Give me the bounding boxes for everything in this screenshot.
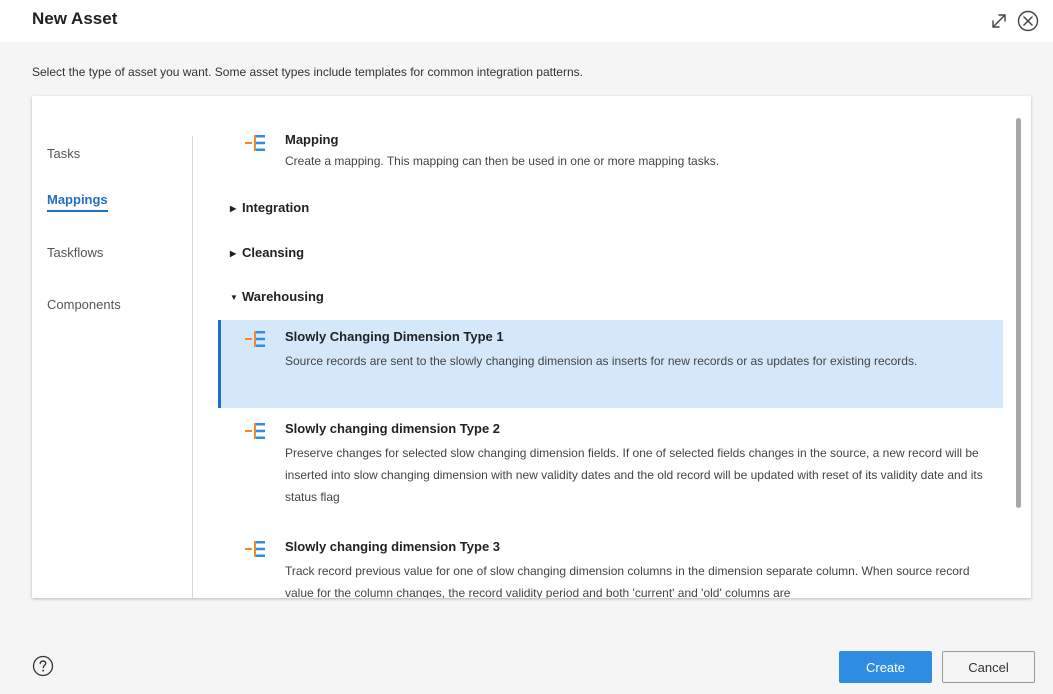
dialog-header: New Asset [0, 0, 1053, 42]
group-cleansing[interactable]: ▶ Cleansing [230, 245, 304, 260]
create-button[interactable]: Create [839, 651, 932, 683]
category-tasks[interactable]: Tasks [47, 146, 80, 161]
asset-description: Track record previous value for one of s… [285, 564, 970, 598]
asset-description: Preserve changes for selected slow chang… [285, 446, 983, 504]
active-underline [47, 210, 108, 212]
category-mappings-label: Mappings [47, 192, 108, 207]
instruction-text: Select the type of asset you want. Some … [32, 65, 583, 79]
help-icon[interactable] [32, 655, 54, 677]
group-label: Integration [242, 200, 310, 215]
asset-list: Mapping Create a mapping. This mapping c… [218, 96, 1003, 598]
category-taskflows[interactable]: Taskflows [47, 245, 103, 260]
caret-down-icon: ▼ [230, 293, 238, 303]
category-mappings[interactable]: Mappings [47, 192, 108, 212]
asset-title: Slowly changing dimension Type 2 [285, 421, 501, 436]
group-label: Warehousing [242, 289, 324, 304]
asset-scd-type2[interactable]: Slowly changing dimension Type 2 Preserv… [218, 414, 1003, 526]
category-components[interactable]: Components [47, 297, 121, 312]
selection-indicator [218, 320, 221, 408]
expand-icon[interactable] [988, 10, 1010, 32]
asset-title: Slowly changing dimension Type 3 [285, 539, 501, 554]
nav-divider [192, 136, 193, 598]
caret-right-icon: ▶ [230, 204, 237, 214]
asset-scd-type1[interactable]: Slowly Changing Dimension Type 1 Source … [218, 320, 1003, 408]
group-warehousing[interactable]: ▼ Warehousing [230, 289, 324, 304]
asset-description: Source records are sent to the slowly ch… [285, 354, 918, 368]
mapping-icon [245, 423, 265, 439]
scrollbar[interactable] [1012, 110, 1024, 590]
asset-scd-type3[interactable]: Slowly changing dimension Type 3 Track r… [218, 532, 1003, 598]
scrollbar-thumb[interactable] [1016, 118, 1021, 508]
mapping-icon [245, 331, 265, 347]
asset-title: Mapping [285, 132, 339, 147]
asset-title: Slowly Changing Dimension Type 1 [285, 329, 504, 344]
close-icon[interactable] [1016, 9, 1040, 33]
cancel-button[interactable]: Cancel [942, 651, 1035, 683]
mapping-icon [245, 135, 265, 151]
group-integration[interactable]: ▶ Integration [230, 200, 309, 215]
asset-mapping[interactable]: Mapping Create a mapping. This mapping c… [218, 130, 1003, 176]
group-label: Cleansing [242, 245, 305, 260]
asset-description: Create a mapping. This mapping can then … [285, 154, 720, 168]
dialog-title: New Asset [32, 9, 118, 28]
caret-right-icon: ▶ [230, 249, 237, 259]
asset-panel: Tasks Mappings Taskflows Components Mapp… [32, 96, 1031, 598]
mapping-icon [245, 541, 265, 557]
category-nav: Tasks Mappings Taskflows Components [32, 96, 192, 598]
